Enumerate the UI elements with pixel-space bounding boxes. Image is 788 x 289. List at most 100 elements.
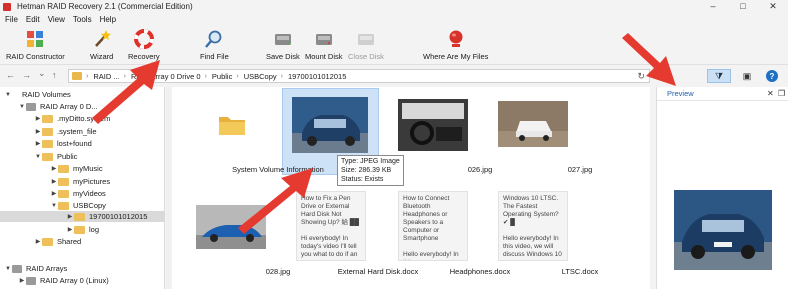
- tree-item[interactable]: ▶ log: [66, 224, 99, 235]
- sports-car-thumbnail: [196, 205, 266, 249]
- menu-help[interactable]: Help: [100, 15, 116, 24]
- title-bar: Hetman RAID Recovery 2.1 (Commercial Edi…: [0, 0, 788, 13]
- path-box[interactable]: › RAID ... › RAID Array 0 Drive 0 › Publ…: [68, 69, 650, 83]
- file-item[interactable]: 028.jpg: [184, 187, 290, 282]
- tree-item[interactable]: ▶ myPictures: [50, 176, 110, 187]
- menu-edit[interactable]: Edit: [26, 15, 40, 24]
- collapse-icon[interactable]: ▼: [50, 203, 58, 209]
- expand-icon[interactable]: ▶: [66, 226, 74, 233]
- help-icon: ?: [769, 71, 775, 81]
- folder-icon: [42, 237, 53, 246]
- expand-icon[interactable]: ▶: [66, 213, 74, 220]
- car-interior-thumbnail: [398, 99, 468, 151]
- back-button[interactable]: ←: [6, 70, 15, 80]
- tree-item[interactable]: ▼ Public: [34, 151, 77, 162]
- breadcrumb-usbcopy[interactable]: USBCopy: [244, 72, 277, 81]
- disk-icon: [26, 102, 36, 111]
- folder-icon: [42, 127, 53, 136]
- folder-icon: [219, 117, 245, 135]
- tree-item[interactable]: ▶ .myDitto.system: [34, 113, 111, 124]
- collapse-icon[interactable]: ▼: [34, 154, 42, 160]
- tree-item[interactable]: ▶ lost+found: [34, 138, 92, 149]
- file-item[interactable]: 027.jpg: [486, 87, 592, 177]
- history-dropdown[interactable]: ⌄: [38, 68, 46, 79]
- tree-raid-arrays[interactable]: ▼ RAID Arrays: [4, 263, 67, 274]
- expand-icon[interactable]: ▶: [50, 190, 58, 197]
- raid-icon: [12, 264, 22, 273]
- tree-item[interactable]: ▼ USBCopy: [50, 200, 106, 211]
- panel-splitter[interactable]: [166, 87, 171, 289]
- folder-icon: [58, 201, 69, 210]
- wizard-button[interactable]: Wizard: [90, 29, 113, 61]
- maximize-button[interactable]: □: [728, 0, 758, 13]
- expand-icon[interactable]: ▶: [50, 178, 58, 185]
- file-item[interactable]: Windows 10 LTSC. The Fastest Operating S…: [486, 187, 598, 282]
- tree-raid-array0[interactable]: ▼ RAID Array 0 D...: [18, 101, 98, 112]
- refresh-icon[interactable]: ↻: [637, 71, 645, 82]
- menu-file[interactable]: File: [5, 15, 18, 24]
- save-disk-button[interactable]: Save Disk: [266, 29, 300, 61]
- tree-item-selected[interactable]: ▶ 19700101012015: [0, 211, 165, 222]
- expand-icon[interactable]: ▶: [34, 238, 42, 245]
- save-disk-icon: [274, 34, 291, 45]
- document-preview-text: How to Fix a Pen Drive or External Hard …: [296, 191, 366, 261]
- mount-disk-button[interactable]: Mount Disk: [305, 29, 343, 61]
- file-item[interactable]: How to Connect Bluetooth Headphones or S…: [386, 187, 510, 282]
- find-file-button[interactable]: Find File: [200, 29, 229, 61]
- file-view: System Volume Information 025.jpg 026.jp…: [172, 87, 650, 289]
- file-item[interactable]: System Volume Information: [184, 87, 324, 177]
- up-button[interactable]: ↑: [52, 70, 57, 80]
- filter-button[interactable]: ⧩: [707, 69, 731, 83]
- tree-raid-volumes[interactable]: ▼ RAID Volumes: [4, 89, 71, 100]
- breadcrumb-raid[interactable]: RAID ...: [93, 72, 119, 81]
- breadcrumb-separator: ›: [280, 72, 283, 80]
- minimize-button[interactable]: –: [698, 0, 728, 13]
- expand-icon[interactable]: ▶: [34, 115, 42, 122]
- collapse-icon[interactable]: ▼: [4, 92, 12, 98]
- breadcrumb-public[interactable]: Public: [212, 72, 232, 81]
- address-bar: ← → ⌄ ↑ › RAID ... › RAID Array 0 Drive …: [0, 66, 788, 86]
- preview-dock-icon[interactable]: ❐: [778, 89, 785, 98]
- preview-close-icon[interactable]: ✕: [767, 89, 774, 98]
- folder-icon: [74, 212, 85, 221]
- folder-icon: [58, 189, 69, 198]
- help-button[interactable]: ?: [766, 70, 778, 82]
- raid-constructor-button[interactable]: RAID Constructor: [6, 29, 65, 61]
- expand-icon[interactable]: ▶: [34, 140, 42, 147]
- magnifier-icon: [205, 30, 222, 48]
- close-disk-button[interactable]: Close Disk: [348, 29, 384, 61]
- tree-raid-array0-linux[interactable]: ▶ RAID Array 0 (Linux): [18, 275, 109, 286]
- breadcrumb-folder[interactable]: 19700101012015: [288, 72, 346, 81]
- tooltip-size: Size: 286.39 KB: [341, 167, 392, 174]
- tooltip-status: Status: Exists: [341, 176, 384, 183]
- where-are-my-files-button[interactable]: Where Are My Files: [423, 29, 488, 61]
- tree-item[interactable]: ▶ .system_file: [34, 126, 97, 137]
- expand-icon[interactable]: ▶: [18, 277, 26, 284]
- recovery-button[interactable]: Recovery: [128, 29, 160, 61]
- breadcrumb-separator: ›: [204, 72, 207, 80]
- app-icon: [3, 2, 11, 11]
- close-button[interactable]: ✕: [758, 0, 788, 13]
- folder-icon: [42, 152, 53, 161]
- preview-panel: Preview ✕ ❐: [656, 87, 788, 289]
- expand-icon[interactable]: ▶: [34, 128, 42, 135]
- tree-item[interactable]: ▶ Shared: [34, 236, 82, 247]
- menu-tools[interactable]: Tools: [73, 15, 92, 24]
- view-mode-button[interactable]: ▣: [737, 69, 757, 83]
- collapse-icon[interactable]: ▼: [18, 104, 26, 110]
- breadcrumb-drive[interactable]: RAID Array 0 Drive 0: [131, 72, 201, 81]
- file-item[interactable]: How to Fix a Pen Drive or External Hard …: [284, 187, 418, 282]
- close-disk-icon: [357, 34, 374, 45]
- folder-icon: [74, 225, 85, 234]
- forward-button[interactable]: →: [22, 70, 31, 80]
- filter-icon: ⧩: [714, 70, 724, 81]
- collapse-icon[interactable]: ▼: [4, 266, 12, 272]
- tree-item[interactable]: ▶ myMusic: [50, 163, 103, 174]
- car-photo-thumbnail: [292, 97, 368, 153]
- tree-item[interactable]: ▶ myVideos: [50, 188, 106, 199]
- breadcrumb-separator: ›: [86, 72, 89, 80]
- expand-icon[interactable]: ▶: [50, 165, 58, 172]
- menu-bar: File Edit View Tools Help: [0, 13, 788, 26]
- menu-view[interactable]: View: [48, 15, 65, 24]
- file-tooltip: Type: JPEG Image Size: 286.39 KB Status:…: [337, 155, 404, 186]
